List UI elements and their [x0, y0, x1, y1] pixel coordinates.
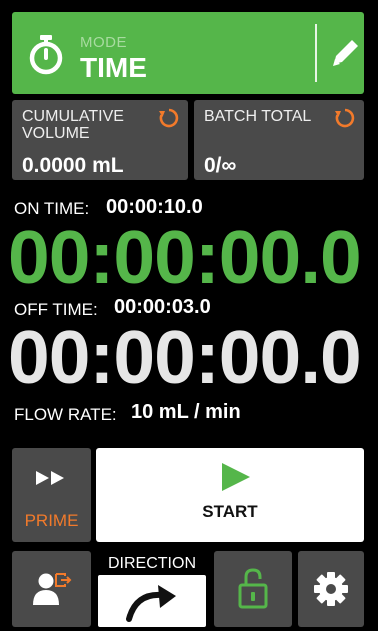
batch-total-value: 0/∞ [204, 154, 237, 177]
start-button[interactable]: START [96, 448, 364, 542]
reset-icon[interactable] [158, 107, 180, 129]
flow-rate-label: FLOW RATE: [14, 405, 117, 424]
batch-total-panel: BATCH TOTAL 0/∞ [194, 100, 364, 180]
direction-button[interactable]: DIRECTION [96, 551, 208, 627]
on-time-counter: 00:00:00.0 [8, 215, 362, 299]
direction-label: DIRECTION [108, 555, 196, 572]
cumulative-label-line1: CUMULATIVE [22, 108, 124, 125]
stopwatch-icon [29, 35, 63, 75]
batch-total-label: BATCH TOTAL [204, 108, 312, 125]
off-time-counter: 00:00:00.0 [8, 315, 362, 399]
cumulative-volume-label: CUMULATIVE VOLUME [22, 108, 124, 142]
cumulative-volume-value: 0.0000 mL [22, 154, 124, 177]
start-label: START [202, 502, 258, 521]
prime-label: PRIME [24, 511, 79, 530]
mode-label: MODE [80, 34, 127, 51]
cumulative-volume-panel: CUMULATIVE VOLUME 0.0000 mL [12, 100, 188, 180]
reset-icon[interactable] [334, 107, 356, 129]
unlock-icon [238, 568, 268, 609]
cumulative-label-line2: VOLUME [22, 125, 90, 142]
pencil-icon[interactable] [328, 34, 362, 72]
lock-button[interactable] [214, 551, 292, 627]
user-logout-icon [33, 573, 72, 605]
mode-divider [315, 24, 317, 82]
direction-face [98, 575, 206, 627]
flow-rate-value[interactable]: 10 mL / min [131, 401, 241, 424]
mode-value: TIME [80, 52, 147, 83]
mode-bar[interactable]: MODE TIME [12, 12, 364, 94]
play-icon [222, 463, 250, 491]
clockwise-arrow-icon [126, 585, 176, 622]
fast-forward-icon [36, 471, 64, 485]
gear-icon [314, 572, 348, 606]
settings-button[interactable] [298, 551, 364, 627]
prime-button[interactable]: PRIME [12, 448, 91, 542]
user-button[interactable] [12, 551, 91, 627]
